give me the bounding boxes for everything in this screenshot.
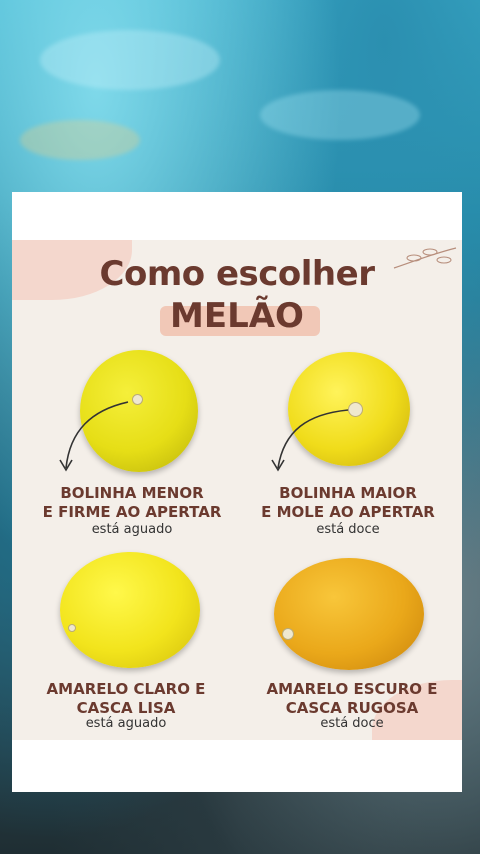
item-2-line-2: E MOLE AO APERTAR <box>261 503 435 521</box>
item-1-line-2: E FIRME AO APERTAR <box>42 503 222 521</box>
water-ripple <box>20 120 140 160</box>
item-3-label: AMARELO CLARO E CASCA LISA <box>26 680 226 718</box>
arrow-icon <box>59 401 129 472</box>
item-1-label: BOLINHA MENOR E FIRME AO APERTAR <box>32 484 232 522</box>
melon-dark-rough-image <box>274 558 424 670</box>
item-4-verdict: está doce <box>320 716 384 731</box>
item-4-line-1: AMARELO ESCURO E <box>266 680 438 698</box>
title-line-2: MELÃO <box>170 296 304 336</box>
item-2-label: BOLINHA MAIOR E MOLE AO APERTAR <box>248 484 448 522</box>
arrow-icon <box>271 409 349 472</box>
item-4-label: AMARELO ESCURO E CASCA RUGOSA <box>252 680 452 718</box>
item-1-line-1: BOLINHA MENOR <box>60 484 204 502</box>
melon-light-smooth-image <box>60 552 200 668</box>
water-ripple <box>40 30 220 90</box>
melon-stem <box>68 624 76 632</box>
melon-stem <box>282 628 294 640</box>
item-2-verdict: está doce <box>316 522 380 537</box>
melon-infographic: Como escolher MELÃO BOLINHA MENOR E FIRM… <box>12 240 462 740</box>
leaf-decoration-icon <box>393 247 457 269</box>
item-1-verdict: está aguado <box>91 522 173 537</box>
item-2-line-1: BOLINHA MAIOR <box>279 484 417 502</box>
item-3-verdict: está aguado <box>85 716 167 731</box>
item-3-line-1: AMARELO CLARO E <box>46 680 206 698</box>
melon-stem <box>132 394 143 405</box>
water-ripple <box>260 90 420 140</box>
